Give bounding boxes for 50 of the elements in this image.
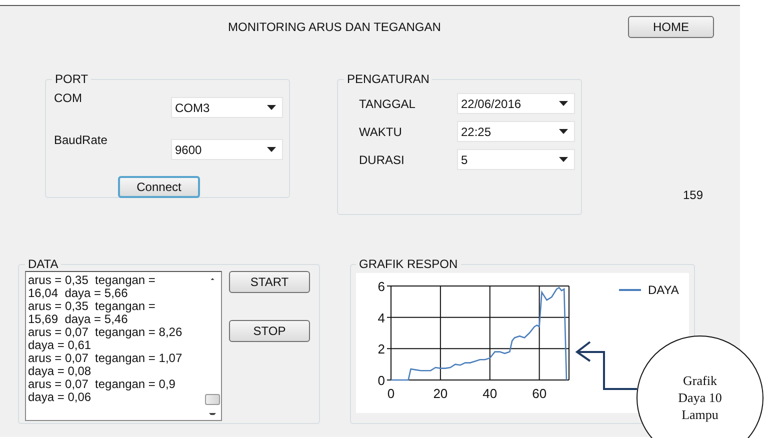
field-label: DURASI [358, 152, 406, 166]
group-title: DATA [27, 257, 60, 271]
window-title: MONITORING ARUS DAN TEGANGAN [228, 19, 441, 34]
log-line: arus = 0,07 tegangan = 1,07 [28, 352, 184, 365]
connect-button[interactable]: Connect [118, 176, 200, 198]
arrow [575, 341, 637, 390]
log-line: arus = 0,35 tegangan = [28, 300, 156, 313]
caret-icon [559, 157, 568, 162]
dropdown-field[interactable]: 22/06/2016 [457, 93, 575, 114]
field-label: TANGGAL [358, 96, 416, 110]
log-line: arus = 0,35 tegangan = [28, 274, 156, 287]
group-title: PORT [54, 72, 90, 86]
axis-tick-label: 0 [378, 373, 385, 388]
axis-tick-label: 60 [532, 386, 547, 401]
caret-icon [267, 105, 276, 110]
dropdown-field[interactable]: 5 [457, 149, 575, 170]
axis-tick-label: 2 [378, 342, 385, 357]
action-button[interactable]: STOP [229, 320, 310, 342]
log-line: daya = 0,61 [28, 339, 92, 352]
log-line: daya = 0,08 [28, 365, 92, 378]
caret-icon [267, 147, 276, 152]
axis-tick-label: 20 [433, 386, 448, 401]
data-textbox[interactable]: arus = 0,35 tegangan = 16,04 daya = 5,66 arus = 0,35 tegangan = 15,69 daya = 5,46 arus = 0,07 tegangan = 8,26 daya = 0,61 arus = 0,07 tegangan = 1,07 daya = 0,08 arus = 0,07 tegangan = 0,9 daya = 0,06 [25, 271, 222, 421]
group-title: PENGATURAN [346, 72, 430, 86]
axis-tick-label: 0 [387, 386, 395, 401]
scroll-up-icon [209, 278, 216, 280]
dropdown-field[interactable]: 22:25 [457, 121, 575, 142]
group-title: GRAFIK RESPON [358, 257, 459, 271]
log-line: 15,69 daya = 5,46 [28, 313, 128, 326]
field-label: COM [53, 91, 83, 107]
axis-tick-label: 40 [482, 386, 498, 401]
dropdown-field[interactable]: COM3 [171, 97, 283, 118]
legend-label: DAYA [648, 283, 679, 297]
callout-text: Grafik Daya 10 Lampu [677, 372, 723, 423]
counter-label: 159 [683, 188, 704, 202]
scroll-down-icon [209, 412, 216, 415]
axis-tick-label: 6 [378, 279, 385, 294]
action-button[interactable]: START [229, 271, 310, 293]
field-label: WAKTU [358, 124, 403, 138]
home-button[interactable]: HOME [628, 16, 714, 38]
scroll-thumb[interactable] [205, 394, 220, 405]
field-label: BaudRate [53, 133, 108, 149]
caret-icon [559, 129, 568, 134]
log-line: daya = 0,06 [28, 391, 92, 404]
log-line: arus = 0,07 tegangan = 8,26 [28, 326, 184, 339]
dropdown-field[interactable]: 9600 [171, 139, 283, 160]
caret-icon [559, 101, 568, 106]
axis-tick-label: 4 [378, 310, 385, 326]
log-line: arus = 0,07 tegangan = 0,9 [28, 378, 176, 391]
log-line: 16,04 daya = 5,66 [28, 287, 128, 300]
